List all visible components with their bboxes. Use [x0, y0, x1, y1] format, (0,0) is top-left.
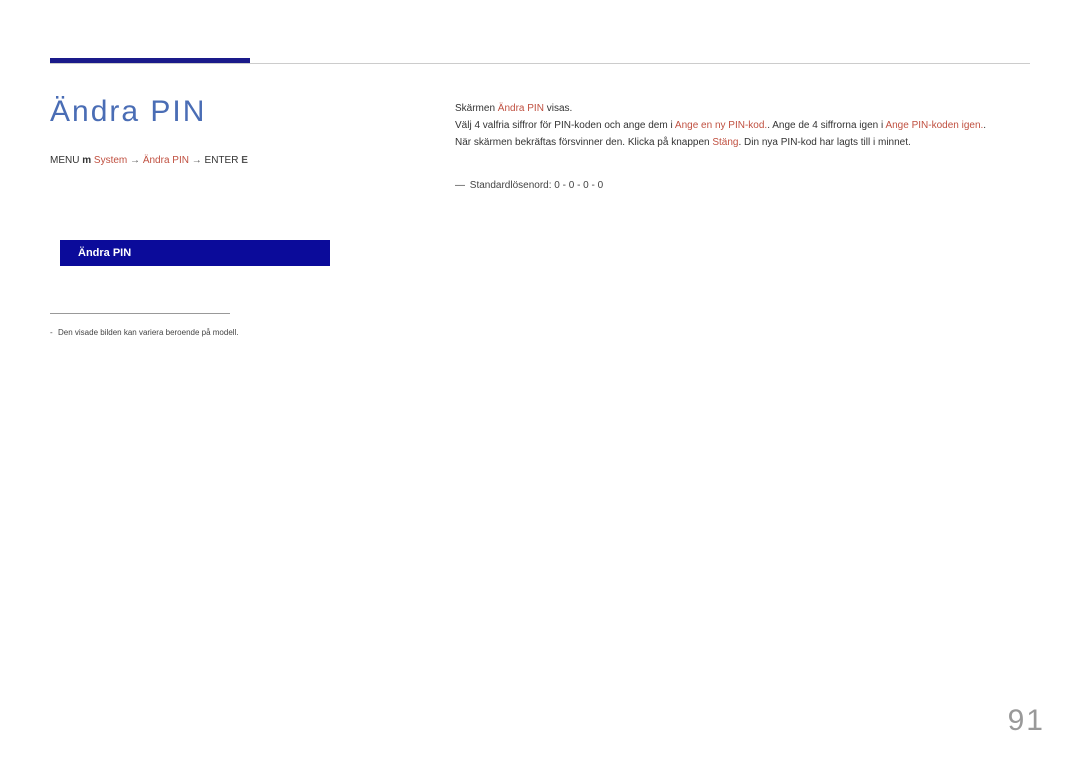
- body-highlight-enter-new-pin: Ange en ny PIN-kod.: [675, 120, 767, 131]
- body-highlight-close: Stäng: [712, 137, 738, 148]
- enter-icon: E: [241, 155, 248, 166]
- breadcrumb-separator: →: [192, 155, 205, 166]
- breadcrumb-separator: →: [130, 155, 143, 166]
- body-text: Skärmen Ändra PIN visas. Välj 4 valfria …: [455, 100, 1030, 151]
- breadcrumb-menu: MENU: [50, 155, 79, 166]
- menu-item-label: Ändra PIN: [78, 247, 131, 259]
- breadcrumb-change-pin: Ändra PIN: [143, 155, 189, 166]
- breadcrumb-system: System: [94, 155, 127, 166]
- breadcrumb: MENU m System → Ändra PIN → ENTER E: [50, 155, 248, 166]
- page-number: 91: [1008, 704, 1045, 738]
- body-highlight-change-pin: Ändra PIN: [498, 103, 544, 114]
- body-text-segment: När skärmen bekräftas försvinner den. Kl…: [455, 137, 712, 148]
- footnote-text: Den visade bilden kan variera beroende p…: [58, 328, 239, 337]
- menu-icon: m: [82, 155, 91, 166]
- default-pin-text: Standardlösenord: 0 - 0 - 0 - 0: [470, 180, 603, 191]
- footnote-bullet-icon: -: [50, 328, 53, 337]
- body-text-segment: .: [983, 120, 986, 131]
- body-text-segment: . Ange de 4 siffrorna igen i: [767, 120, 885, 131]
- section-divider: [50, 63, 1030, 64]
- breadcrumb-enter: ENTER: [205, 155, 239, 166]
- default-pin-note: ― Standardlösenord: 0 - 0 - 0 - 0: [455, 180, 603, 191]
- body-text-segment: visas.: [544, 103, 572, 114]
- footnote-divider: [50, 313, 230, 314]
- body-text-segment: Välj 4 valfria siffror för PIN-koden och…: [455, 120, 675, 131]
- body-highlight-enter-pin-again: Ange PIN-koden igen.: [885, 120, 983, 131]
- page-title: Ändra PIN: [50, 95, 206, 129]
- menu-item-change-pin[interactable]: Ändra PIN: [60, 240, 330, 266]
- dash-icon: ―: [455, 180, 467, 191]
- body-text-segment: Skärmen: [455, 103, 498, 114]
- body-text-segment: . Din nya PIN-kod har lagts till i minne…: [739, 137, 911, 148]
